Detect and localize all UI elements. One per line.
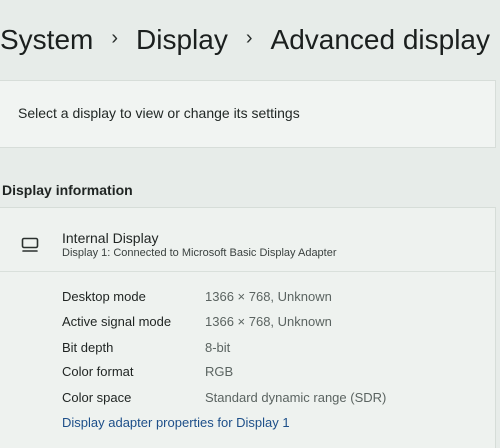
breadcrumb-system[interactable]: System	[0, 26, 93, 54]
spec-value: RGB	[205, 364, 234, 379]
monitor-icon	[21, 237, 39, 252]
display-header: Internal Display Display 1: Connected to…	[0, 208, 495, 272]
spec-row-bit-depth: Bit depth 8-bit	[62, 340, 482, 360]
breadcrumb-display[interactable]: Display	[136, 26, 228, 54]
breadcrumb-separator-icon: ›	[111, 27, 119, 49]
spec-value: 1366 × 768, Unknown	[205, 289, 332, 304]
spec-row-color-space: Color space Standard dynamic range (SDR)	[62, 390, 482, 410]
display-selector-label: Select a display to view or change its s…	[18, 105, 300, 121]
breadcrumb: System › Display › Advanced display	[0, 18, 500, 62]
spec-value: 1366 × 768, Unknown	[205, 314, 332, 329]
spec-row-desktop-mode: Desktop mode 1366 × 768, Unknown	[62, 289, 482, 309]
breadcrumb-separator-icon: ›	[245, 27, 253, 49]
spec-label: Color format	[62, 364, 134, 379]
display-information-heading: Display information	[2, 182, 133, 198]
spec-row-active-signal-mode: Active signal mode 1366 × 768, Unknown	[62, 314, 482, 334]
spec-label: Desktop mode	[62, 289, 146, 304]
spec-label: Bit depth	[62, 340, 114, 355]
spec-value: 8-bit	[205, 340, 231, 355]
display-selector-card[interactable]: Select a display to view or change its s…	[0, 80, 496, 148]
spec-label: Color space	[62, 390, 132, 405]
display-description: Display 1: Connected to Microsoft Basic …	[62, 247, 337, 259]
display-adapter-properties-link[interactable]: Display adapter properties for Display 1	[62, 415, 290, 430]
display-information-card: Internal Display Display 1: Connected to…	[0, 207, 496, 448]
spec-value: Standard dynamic range (SDR)	[205, 390, 387, 405]
display-name: Internal Display	[62, 230, 159, 246]
breadcrumb-advanced-display: Advanced display	[270, 24, 490, 55]
spec-row-color-format: Color format RGB	[62, 364, 482, 384]
spec-label: Active signal mode	[62, 314, 172, 329]
